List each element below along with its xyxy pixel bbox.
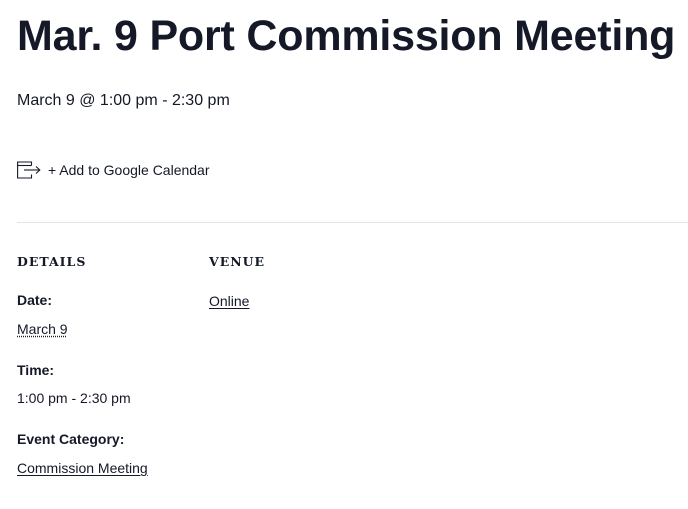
event-category-value: Commission Meeting bbox=[17, 459, 148, 477]
venue-heading: VENUE bbox=[209, 254, 266, 269]
venue-link-online[interactable]: Online bbox=[209, 292, 249, 310]
event-title: Mar. 9 Port Commission Meeting bbox=[17, 12, 676, 60]
event-category-label: Event Category: bbox=[17, 431, 125, 447]
calendar-export-icon bbox=[17, 161, 41, 179]
section-divider bbox=[17, 222, 688, 223]
date-value-text: March 9 bbox=[17, 321, 68, 337]
details-section: DETAILS Date: March 9 Time: 1:00 pm - 2:… bbox=[17, 254, 197, 476]
date-label: Date: bbox=[17, 292, 53, 308]
add-to-google-calendar-label: + Add to Google Calendar bbox=[48, 162, 210, 178]
date-value: March 9 bbox=[17, 320, 68, 338]
time-label: Time: bbox=[17, 362, 55, 378]
add-to-google-calendar-link[interactable]: + Add to Google Calendar bbox=[17, 160, 210, 180]
details-heading: DETAILS bbox=[17, 254, 87, 269]
time-value: 1:00 pm - 2:30 pm bbox=[17, 390, 131, 406]
event-category-link[interactable]: Commission Meeting bbox=[17, 460, 148, 476]
venue-section: VENUE Online bbox=[209, 254, 409, 309]
event-datetime: March 9 @ 1:00 pm - 2:30 pm bbox=[17, 92, 230, 109]
